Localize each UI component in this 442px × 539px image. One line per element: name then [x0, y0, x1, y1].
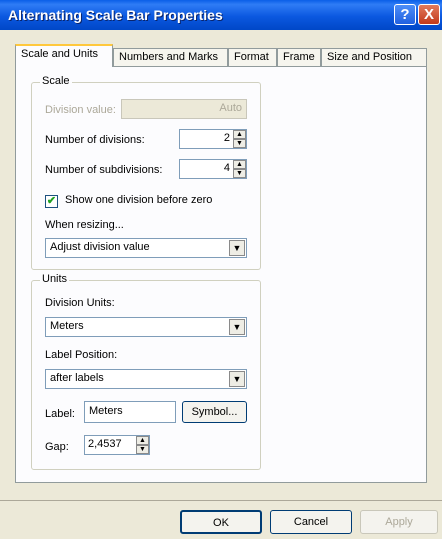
number-of-divisions-label: Number of divisions:: [45, 134, 145, 146]
spin-down-icon[interactable]: ▼: [233, 139, 246, 148]
division-value-field: Auto: [121, 99, 247, 119]
division-units-dropdown[interactable]: Meters ▼: [45, 317, 247, 337]
when-resizing-dropdown[interactable]: Adjust division value ▼: [45, 238, 247, 258]
gap-value: 2,4537: [88, 438, 122, 450]
number-of-divisions-value: 2: [223, 132, 230, 144]
number-of-subdivisions-label: Number of subdivisions:: [45, 164, 163, 176]
units-group-label: Units: [40, 273, 70, 285]
units-group: Units Division Units: Meters ▼ Label Pos…: [31, 273, 261, 470]
show-one-division-label[interactable]: Show one division before zero: [65, 194, 212, 206]
number-of-divisions-spinner[interactable]: ▲ ▼: [233, 130, 246, 148]
tab-format[interactable]: Format: [228, 48, 277, 66]
label-position-label: Label Position:: [45, 349, 118, 361]
symbol-button[interactable]: Symbol...: [182, 401, 247, 423]
label-position-dropdown[interactable]: after labels ▼: [45, 369, 247, 389]
spin-up-icon[interactable]: ▲: [136, 436, 149, 445]
apply-button[interactable]: Apply: [360, 510, 438, 534]
gap-stepper[interactable]: 2,4537 ▲ ▼: [84, 435, 150, 455]
division-value-label: Division value:: [45, 104, 116, 116]
spin-down-icon[interactable]: ▼: [136, 445, 149, 454]
gap-spinner[interactable]: ▲ ▼: [136, 436, 149, 454]
division-value-text: Auto: [219, 102, 242, 114]
number-of-subdivisions-spinner[interactable]: ▲ ▼: [233, 160, 246, 178]
ok-button[interactable]: OK: [180, 510, 262, 534]
dialog-window: Alternating Scale Bar Properties ? X Sca…: [0, 0, 442, 539]
label-input-value: Meters: [89, 405, 123, 417]
when-resizing-value: Adjust division value: [50, 241, 150, 253]
number-of-subdivisions-value: 4: [223, 162, 230, 174]
title-bar[interactable]: Alternating Scale Bar Properties ? X: [0, 0, 442, 30]
scale-group-label: Scale: [40, 75, 72, 87]
spin-up-icon[interactable]: ▲: [233, 130, 246, 139]
spin-down-icon[interactable]: ▼: [233, 169, 246, 178]
spin-up-icon[interactable]: ▲: [233, 160, 246, 169]
number-of-subdivisions-stepper[interactable]: 4 ▲ ▼: [179, 159, 247, 179]
chevron-down-icon[interactable]: ▼: [229, 371, 245, 387]
show-one-division-checkbox[interactable]: ✔: [45, 195, 58, 208]
label-input[interactable]: Meters: [84, 401, 176, 423]
chevron-down-icon[interactable]: ▼: [229, 240, 245, 256]
label-position-value: after labels: [50, 372, 104, 384]
scale-group: Scale Division value: Auto Number of div…: [31, 75, 261, 270]
label-field-label: Label:: [45, 408, 75, 420]
tab-scale-and-units[interactable]: Scale and Units: [15, 44, 113, 67]
number-of-divisions-stepper[interactable]: 2 ▲ ▼: [179, 129, 247, 149]
close-button[interactable]: X: [418, 4, 440, 25]
tab-numbers-and-marks[interactable]: Numbers and Marks: [113, 48, 228, 66]
when-resizing-label: When resizing...: [45, 219, 124, 231]
help-button[interactable]: ?: [394, 4, 416, 25]
chevron-down-icon[interactable]: ▼: [229, 319, 245, 335]
tab-size-and-position[interactable]: Size and Position: [321, 48, 427, 66]
division-units-value: Meters: [50, 320, 84, 332]
cancel-button[interactable]: Cancel: [270, 510, 352, 534]
tab-frame[interactable]: Frame: [277, 48, 321, 66]
division-units-label: Division Units:: [45, 297, 115, 309]
window-title: Alternating Scale Bar Properties: [8, 7, 223, 23]
gap-label: Gap:: [45, 441, 69, 453]
tab-panel: Scale Division value: Auto Number of div…: [15, 66, 427, 483]
footer-separator: [0, 500, 442, 501]
